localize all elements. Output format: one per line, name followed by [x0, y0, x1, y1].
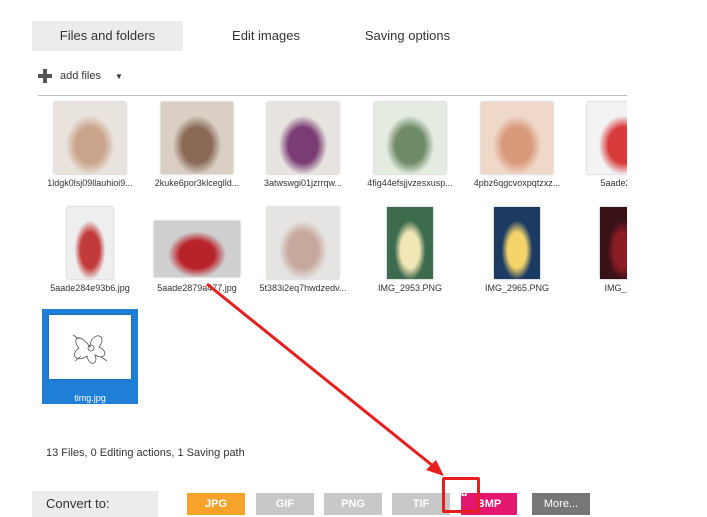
annotation-arrow	[206, 282, 444, 476]
